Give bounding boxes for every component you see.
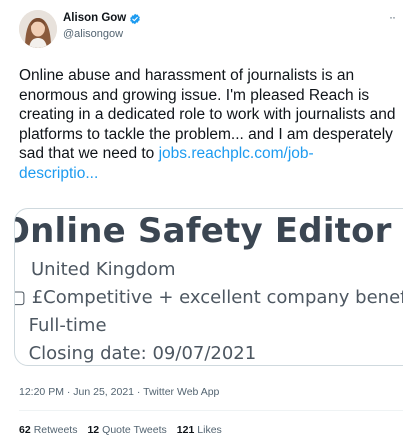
likes-label: Likes <box>197 424 222 436</box>
tweet-text-line: sad that we need to jobs.reachplc.com/jo… <box>19 144 403 164</box>
quote-tweets-stat[interactable]: 12 Quote Tweets <box>87 424 166 436</box>
author-name-row[interactable]: Alison Gow <box>63 12 141 25</box>
retweets-label: Retweets <box>33 424 78 436</box>
quote-tweets-count: 12 <box>87 424 100 436</box>
tweet-text-prefix: sad that we need to <box>19 145 159 162</box>
card-salary: ▢ £Competitive + excellent company benef… <box>15 287 403 308</box>
engagement-stats: 62 Retweets 12 Quote Tweets 121 Likes <box>19 424 222 436</box>
quote-tweets-label: Quote Tweets <box>102 424 167 436</box>
bullet-icon: ▏ <box>15 315 29 336</box>
tweet-text-line: platforms to tackle the problem... and I… <box>19 125 393 143</box>
card-salary-text: £Competitive + excellent company benefit… <box>31 287 403 308</box>
card-job-type-text: Full-time <box>28 315 107 336</box>
more-options-icon[interactable]: ·· <box>389 11 396 23</box>
bullet-icon: ▏ <box>15 343 29 364</box>
card-job-type: ▏ Full-time <box>15 315 107 336</box>
author-handle[interactable]: @alisongow <box>63 28 123 40</box>
tweet-link[interactable]: jobs.reachplc.com/job- <box>159 145 314 162</box>
avatar[interactable] <box>19 10 57 48</box>
author-display-name[interactable]: Alison Gow <box>63 12 126 24</box>
card-closing-date-text: Closing date: 09/07/2021 <box>28 343 257 364</box>
card-location: United Kingdom <box>31 259 176 280</box>
card-title: Online Safety Editor <box>14 211 392 251</box>
likes-stat[interactable]: 121 Likes <box>177 424 222 436</box>
tweet: Alison Gow @alisongow ·· Online abuse an… <box>0 0 403 442</box>
likes-count: 121 <box>176 424 195 436</box>
tweet-text-line: creating in a dedicated role to work wit… <box>19 106 396 123</box>
bullet-icon: ▢ <box>15 287 32 308</box>
tweet-timestamp[interactable]: 12:20 PM · Jun 25, 2021 · Twitter Web Ap… <box>19 386 219 398</box>
divider <box>19 410 403 411</box>
verified-badge-icon <box>129 12 141 25</box>
link-preview-card[interactable]: Online Safety Editor United Kingdom ▢ £C… <box>14 208 403 366</box>
tweet-text-line: Online abuse and harassment of journalis… <box>19 67 355 84</box>
retweets-count: 62 <box>19 424 31 436</box>
card-closing-date: ▏ Closing date: 09/07/2021 <box>15 343 257 364</box>
avatar-photo <box>19 10 57 48</box>
tweet-text-line: enormous and growing issue. I'm pleased … <box>19 86 370 104</box>
tweet-text: Online abuse and harassment of journalis… <box>19 66 403 183</box>
tweet-link-continued[interactable]: descriptio... <box>19 164 403 184</box>
retweets-stat[interactable]: 62 Retweets <box>19 424 77 436</box>
